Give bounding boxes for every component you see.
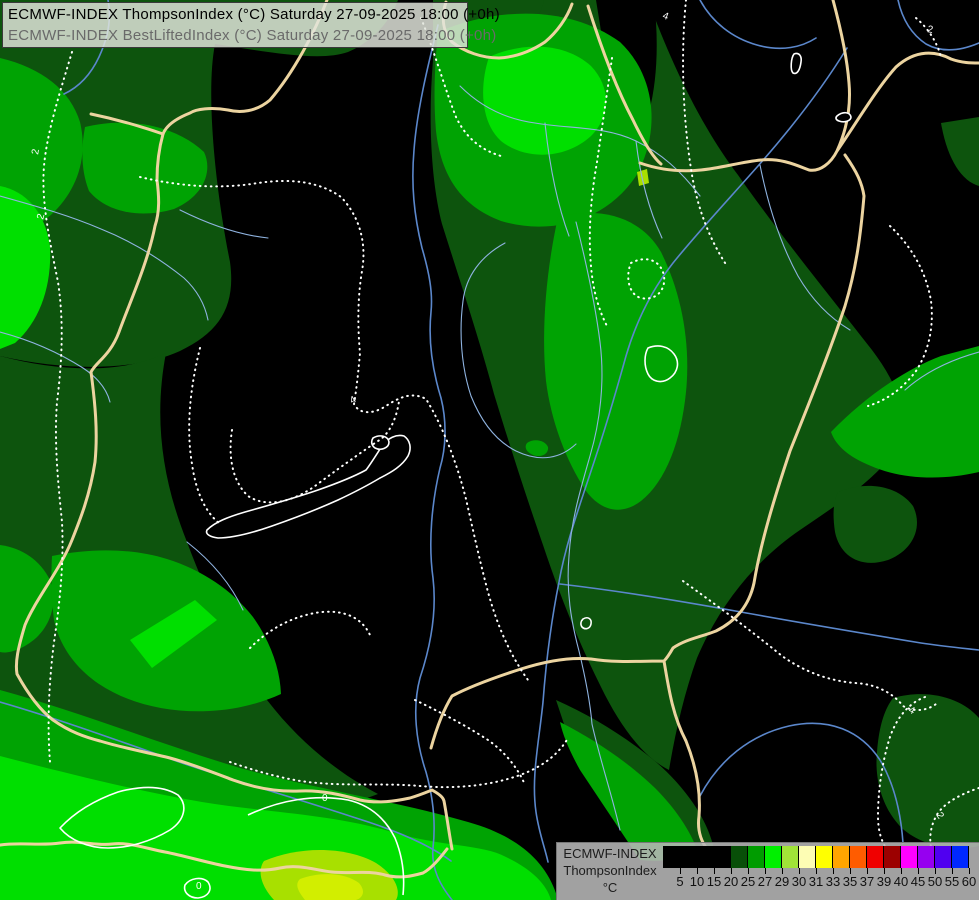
legend-cell-0 bbox=[663, 846, 680, 868]
legend-cell-8 bbox=[799, 846, 816, 868]
legend-cell-11 bbox=[850, 846, 867, 868]
map-title-box: ECMWF-INDEX ThompsonIndex (°C) Saturday … bbox=[2, 2, 468, 48]
legend-colorbar bbox=[663, 846, 969, 868]
legend-cell-9 bbox=[816, 846, 833, 868]
legend-cell-2 bbox=[697, 846, 714, 868]
legend-cell-12 bbox=[867, 846, 884, 868]
map-title-line2: ECMWF-INDEX BestLiftedIndex (°C) Saturda… bbox=[3, 25, 467, 46]
legend-cell-13 bbox=[884, 846, 901, 868]
map-title-line1: ECMWF-INDEX ThompsonIndex (°C) Saturday … bbox=[3, 4, 467, 25]
legend-cell-6 bbox=[765, 846, 782, 868]
legend-cell-10 bbox=[833, 846, 850, 868]
legend-cell-3 bbox=[714, 846, 731, 868]
legend-cell-4 bbox=[731, 846, 748, 868]
weather-map-screen: 224424200 ECMWF-INDEX ThompsonIndex (°C)… bbox=[0, 0, 979, 900]
legend-unit: °C bbox=[557, 879, 663, 896]
legend-cell-17 bbox=[952, 846, 969, 868]
legend-cell-1 bbox=[680, 846, 697, 868]
legend-cell-15 bbox=[918, 846, 935, 868]
legend-tick-value: 60 bbox=[958, 874, 979, 889]
legend-cell-14 bbox=[901, 846, 918, 868]
legend-cell-16 bbox=[935, 846, 952, 868]
legend-tick-values: 51015202527293031333537394045505560 bbox=[663, 874, 979, 890]
legend-cell-5 bbox=[748, 846, 765, 868]
contour-label: 0 bbox=[322, 793, 328, 804]
legend-title-line2: ThompsonIndex bbox=[557, 862, 663, 879]
legend-title-line1: ECMWF-INDEX bbox=[557, 845, 663, 862]
legend-titles: ECMWF-INDEX ThompsonIndex °C bbox=[557, 845, 663, 896]
weather-map: 224424200 bbox=[0, 0, 979, 900]
contour-label: 0 bbox=[196, 881, 202, 892]
legend-cell-7 bbox=[782, 846, 799, 868]
legend: ECMWF-INDEX ThompsonIndex °C 51015202527… bbox=[556, 842, 979, 900]
